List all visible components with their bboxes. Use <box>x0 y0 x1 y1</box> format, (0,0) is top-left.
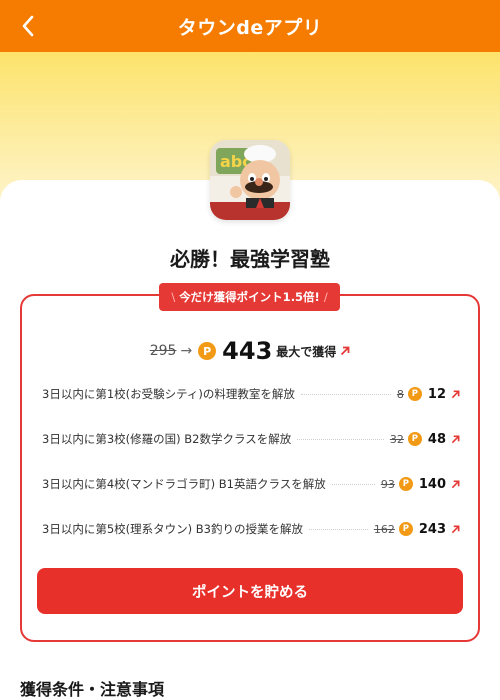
task-row: 3日以内に第1校(お受験シティ)の料理教室を解放 8 P 12 <box>42 384 460 404</box>
task-text: 3日以内に第3校(修羅の国) B2数学クラスを解放 <box>42 432 292 446</box>
dotted-leader <box>297 438 384 440</box>
new-total-points: 443 <box>222 337 273 365</box>
dotted-leader <box>300 393 391 395</box>
old-total-points: 295 <box>149 343 177 359</box>
task-text: 3日以内に第5校(理系タウン) B3釣りの授業を解放 <box>42 522 303 536</box>
max-earn-label: 最大で獲得 <box>276 344 337 359</box>
header-title: タウンdeアプリ <box>177 16 323 39</box>
up-right-arrow-icon <box>340 346 350 356</box>
up-right-arrow-icon <box>451 525 460 534</box>
app-header: タウンdeアプリ <box>0 0 500 52</box>
point-coin-icon: P <box>407 387 422 401</box>
app-icon: abc <box>210 140 290 220</box>
task-text: 3日以内に第4校(マンドラゴラ町) B1英語クラスを解放 <box>42 477 326 491</box>
chevron-left-icon <box>22 15 34 37</box>
promo-badge: \ 今だけ獲得ポイント1.5倍! / <box>159 283 340 311</box>
point-coin-icon: P <box>407 432 422 446</box>
task-row: 3日以内に第4校(マンドラゴラ町) B1英語クラスを解放 93 P 140 <box>42 474 460 494</box>
promo-badge-text: 今だけ獲得ポイント1.5倍! <box>179 290 320 304</box>
dotted-leader <box>308 528 368 530</box>
task-text: 3日以内に第1校(お受験シティ)の料理教室を解放 <box>42 387 295 401</box>
earn-points-button[interactable]: ポイントを貯める <box>37 568 463 614</box>
app-title: 必勝！最強学習塾 <box>170 247 330 271</box>
up-right-arrow-icon <box>451 435 460 444</box>
back-button[interactable] <box>14 12 42 40</box>
points-summary: 295 → P 443 最大で獲得 <box>0 336 500 366</box>
arrow-right-icon: → <box>180 343 193 359</box>
task-row: 3日以内に第5校(理系タウン) B3釣りの授業を解放 162 P 243 <box>42 519 460 539</box>
task-new-points: 243 <box>418 521 446 537</box>
task-new-points: 140 <box>418 476 446 492</box>
task-old-points: 8 <box>396 387 404 401</box>
point-coin-icon: P <box>198 342 217 360</box>
task-old-points: 162 <box>373 522 395 536</box>
badge-slash-right: / <box>323 290 328 304</box>
task-new-points: 12 <box>427 386 446 402</box>
badge-slash-left: \ <box>171 290 176 304</box>
point-coin-icon: P <box>398 522 413 536</box>
task-new-points: 48 <box>427 431 446 447</box>
conditions-heading: 獲得条件・注意事項 <box>20 680 165 699</box>
up-right-arrow-icon <box>451 390 460 399</box>
dotted-leader <box>331 483 375 485</box>
point-coin-icon: P <box>398 477 413 491</box>
task-row: 3日以内に第3校(修羅の国) B2数学クラスを解放 32 P 48 <box>42 429 460 449</box>
task-old-points: 93 <box>380 477 395 491</box>
up-right-arrow-icon <box>451 480 460 489</box>
task-old-points: 32 <box>389 432 404 446</box>
